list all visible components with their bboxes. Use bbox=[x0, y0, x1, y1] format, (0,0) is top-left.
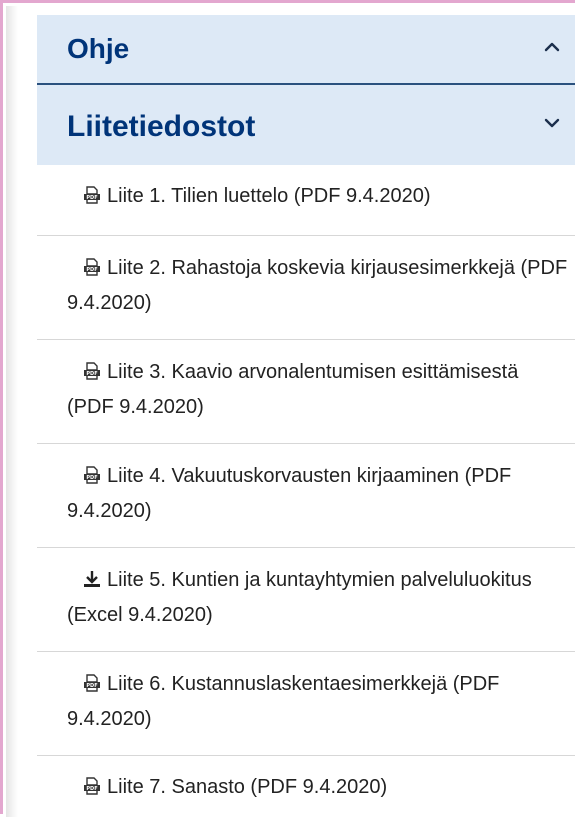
svg-text:PDF: PDF bbox=[86, 683, 97, 689]
attachment-link-liite-2[interactable]: PDF Liite 2. Rahastoja koskevia kirjause… bbox=[37, 236, 575, 340]
attachment-label: Liite 7. Sanasto (PDF 9.4.2020) bbox=[107, 776, 388, 798]
pdf-icon: PDF bbox=[84, 362, 100, 380]
svg-text:PDF: PDF bbox=[86, 786, 97, 792]
attachment-label: Liite 2. Rahastoja koskevia kirjausesime… bbox=[67, 257, 568, 314]
attachment-link-liite-1[interactable]: PDF Liite 1. Tilien luettelo (PDF 9.4.20… bbox=[37, 165, 575, 236]
pdf-icon: PDF bbox=[84, 186, 100, 204]
accordion-title-ohje: Ohje bbox=[67, 33, 130, 64]
attachment-link-liite-6[interactable]: PDF Liite 6. Kustannuslaskentaesimerkkej… bbox=[37, 652, 575, 756]
page-frame: Ohje Liitetiedostot PDF Liite 1. Tilien … bbox=[0, 0, 575, 817]
attachment-link-liite-4[interactable]: PDF Liite 4. Vakuutuskorvausten kirjaami… bbox=[37, 444, 575, 548]
attachment-label: Liite 5. Kuntien ja kuntayhtymien palvel… bbox=[67, 569, 532, 626]
svg-text:PDF: PDF bbox=[86, 195, 97, 201]
attachment-label: Liite 3. Kaavio arvonalentumisen esittäm… bbox=[67, 361, 519, 418]
chevron-up-icon bbox=[544, 42, 560, 52]
pdf-icon: PDF bbox=[84, 466, 100, 484]
accordion-panel: Ohje Liitetiedostot PDF Liite 1. Tilien … bbox=[37, 15, 575, 836]
attachment-list: PDF Liite 1. Tilien luettelo (PDF 9.4.20… bbox=[37, 165, 575, 836]
pdf-icon: PDF bbox=[84, 674, 100, 692]
download-icon bbox=[84, 571, 100, 587]
pdf-icon: PDF bbox=[84, 258, 100, 276]
accordion-header-ohje[interactable]: Ohje bbox=[37, 15, 575, 85]
chevron-down-icon bbox=[544, 118, 560, 128]
pdf-icon: PDF bbox=[84, 777, 100, 795]
attachment-link-liite-5[interactable]: Liite 5. Kuntien ja kuntayhtymien palvel… bbox=[37, 548, 575, 652]
attachment-label: Liite 6. Kustannuslaskentaesimerkkejä (P… bbox=[67, 673, 500, 730]
frame-shadow bbox=[6, 6, 18, 817]
svg-text:PDF: PDF bbox=[86, 267, 97, 273]
attachment-label: Liite 4. Vakuutuskorvausten kirjaaminen … bbox=[67, 465, 512, 522]
attachment-link-liite-3[interactable]: PDF Liite 3. Kaavio arvonalentumisen esi… bbox=[37, 340, 575, 444]
attachment-link-liite-7[interactable]: PDF Liite 7. Sanasto (PDF 9.4.2020) bbox=[37, 756, 575, 836]
svg-text:PDF: PDF bbox=[86, 371, 97, 377]
accordion-header-liitetiedostot[interactable]: Liitetiedostot bbox=[37, 85, 575, 165]
accordion-title-liitetiedostot: Liitetiedostot bbox=[67, 110, 256, 143]
attachment-label: Liite 1. Tilien luettelo (PDF 9.4.2020) bbox=[107, 185, 431, 207]
svg-text:PDF: PDF bbox=[86, 475, 97, 481]
